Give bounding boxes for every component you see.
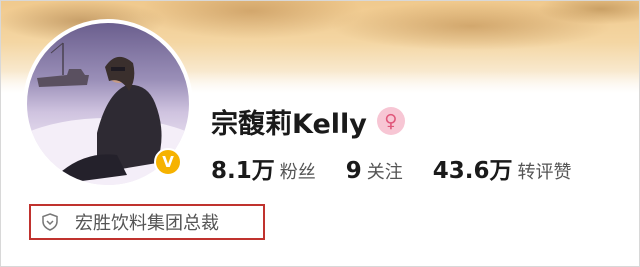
stat-engagement[interactable]: 43.6万 转评赞 (433, 151, 572, 185)
stat-fans-label: 粉丝 (279, 162, 316, 183)
stat-following-value: 9 (345, 158, 362, 184)
user-name[interactable]: 宗馥莉Kelly (211, 102, 367, 141)
stat-following[interactable]: 9 关注 (346, 158, 403, 184)
stat-engagement-value: 43.6万 (432, 158, 513, 184)
profile-card: V 宗馥莉Kelly ♀ 8.1万 粉丝 9 关注 43.6万 转评赞 宏胜饮料… (0, 0, 640, 267)
stats-row: 8.1万 粉丝 9 关注 43.6万 转评赞 (211, 151, 602, 185)
shield-icon (41, 213, 59, 231)
verified-badge-icon: V (154, 148, 182, 176)
stat-following-label: 关注 (366, 162, 403, 183)
verification-title: 宏胜饮料集团总裁 (75, 213, 219, 234)
female-symbol-icon: ♀ (376, 107, 405, 135)
stat-fans[interactable]: 8.1万 粉丝 (211, 151, 316, 185)
name-row: 宗馥莉Kelly ♀ (211, 102, 405, 141)
stat-fans-value: 8.1万 (211, 158, 275, 184)
verification-title-box: 宏胜饮料集团总裁 (29, 204, 265, 240)
stat-engagement-label: 转评赞 (517, 162, 572, 183)
